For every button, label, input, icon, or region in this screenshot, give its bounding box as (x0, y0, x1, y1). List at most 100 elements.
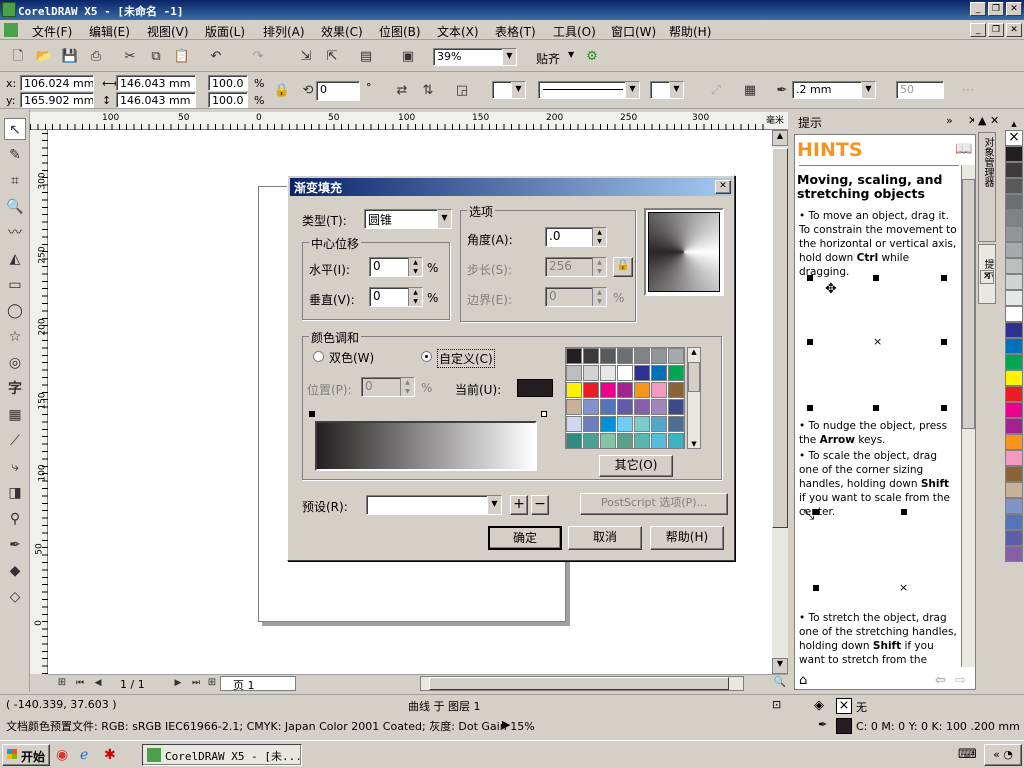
chrome-icon[interactable]: ◉ (56, 747, 68, 763)
minimize-button[interactable]: _ (970, 2, 986, 16)
others-button[interactable]: 其它(O) (599, 455, 673, 477)
color-swatch[interactable] (634, 348, 650, 364)
palette-swatch[interactable] (1005, 274, 1023, 290)
cut-icon[interactable]: ✂ (120, 47, 140, 67)
color-swatch[interactable] (651, 399, 667, 415)
color-swatch[interactable] (600, 382, 616, 398)
palette-swatch[interactable] (1005, 290, 1023, 306)
width-field[interactable]: 146.043 mm (116, 75, 196, 91)
palette-scroll-thumb[interactable] (688, 362, 700, 392)
dialog-close-button[interactable]: ✕ (715, 180, 731, 194)
horizontal-ruler[interactable]: 100 50 0 50 100 150 200 250 300 毫米 (30, 112, 788, 130)
side-close-icon[interactable]: ✕ (980, 270, 994, 284)
wrap-text-icon[interactable]: ▦ (740, 81, 760, 101)
postscript-options-button[interactable]: PostScript 选项(P)... (580, 493, 728, 515)
hints-scrollbar[interactable] (961, 165, 975, 667)
y-position-field[interactable]: 165.902 mm (20, 92, 94, 108)
color-swatch[interactable] (566, 348, 582, 364)
palette-swatch[interactable] (1005, 450, 1023, 466)
convert-curves-icon[interactable]: ◲ (452, 81, 472, 101)
new-icon[interactable]: 🗋 (8, 47, 28, 67)
palette-swatch[interactable] (1005, 162, 1023, 178)
preset-select[interactable]: ▼ (366, 495, 502, 515)
table-tool-icon[interactable]: ▦ (4, 404, 26, 426)
palette-swatch[interactable] (1005, 546, 1023, 562)
export-icon[interactable]: ⇱ (322, 47, 342, 67)
type-select[interactable]: 圆锥 ▼ (364, 209, 452, 229)
tray-expand-button[interactable]: « ◔ (984, 744, 1022, 766)
palette-swatch[interactable] (1005, 210, 1023, 226)
prev-page-icon[interactable]: ◀ (88, 675, 108, 691)
horizontal-scroll-thumb[interactable] (429, 677, 729, 690)
palette-swatch[interactable] (1005, 418, 1023, 434)
color-swatch[interactable] (634, 433, 650, 449)
color-swatch[interactable] (617, 348, 633, 364)
keyboard-icon[interactable]: ⌨ (958, 747, 977, 762)
palette-swatch[interactable] (1005, 466, 1023, 482)
spin-icon[interactable]: ▲ ▼ (408, 258, 422, 276)
color-swatch[interactable] (651, 348, 667, 364)
angle-field[interactable]: .0 ▲ ▼ (545, 227, 607, 247)
color-swatch[interactable] (668, 365, 684, 381)
color-swatch[interactable] (651, 365, 667, 381)
palette-swatch[interactable] (1005, 530, 1023, 546)
color-swatch[interactable] (583, 382, 599, 398)
menu-table[interactable]: 表格(T) (495, 23, 536, 40)
eyedropper-tool-icon[interactable]: ⚲ (4, 508, 26, 530)
quicklaunch-app-icon[interactable]: ✱ (104, 747, 116, 763)
color-swatch[interactable] (668, 348, 684, 364)
color-swatch[interactable] (668, 433, 684, 449)
connector-tool-icon[interactable]: ⤷ (4, 456, 26, 478)
palette-swatch[interactable] (1005, 370, 1023, 386)
document-nav-icon[interactable]: ⊞ (52, 675, 72, 691)
color-swatch[interactable] (566, 365, 582, 381)
color-swatch[interactable] (600, 399, 616, 415)
print-icon[interactable]: ⎙ (86, 47, 106, 67)
menu-edit[interactable]: 编辑(E) (89, 23, 130, 40)
hints-home-icon[interactable]: ⌂ (799, 673, 807, 688)
open-icon[interactable]: 📂 (34, 47, 54, 67)
close-curve-icon[interactable]: ⤢ (706, 81, 726, 101)
mirror-horizontal-icon[interactable]: ⇄ (392, 81, 412, 101)
color-swatch[interactable] (600, 416, 616, 432)
steps-lock-button[interactable]: 🔒 (613, 257, 633, 277)
options-icon[interactable]: ⚙ (582, 47, 602, 67)
palette-swatch[interactable] (1005, 242, 1023, 258)
color-swatch[interactable] (651, 382, 667, 398)
freehand-tool-icon[interactable]: 〰 (4, 222, 26, 244)
color-swatch[interactable] (583, 399, 599, 415)
palette-swatch[interactable] (1005, 322, 1023, 338)
outline-tool-icon[interactable]: ✒ (4, 534, 26, 556)
palette-swatch[interactable] (1005, 338, 1023, 354)
hints-back-icon[interactable]: ⇦ (935, 673, 946, 688)
palette-swatch[interactable] (1005, 434, 1023, 450)
color-swatch[interactable] (617, 365, 633, 381)
palette-swatch[interactable] (1005, 178, 1023, 194)
palette-swatch[interactable] (1005, 386, 1023, 402)
doc-minimize-button[interactable]: _ (970, 23, 986, 37)
mirror-vertical-icon[interactable]: ⇅ (418, 81, 438, 101)
gradient-start-marker[interactable] (309, 411, 315, 417)
add-preset-button[interactable]: + (510, 495, 528, 515)
color-swatch[interactable] (583, 348, 599, 364)
color-swatch[interactable] (617, 416, 633, 432)
doc-close-button[interactable]: ✕ (1006, 23, 1022, 37)
color-swatch[interactable] (583, 433, 599, 449)
gradient-end-marker[interactable] (541, 411, 547, 417)
fill-tool-icon[interactable]: ◆ (4, 560, 26, 582)
next-page-icon[interactable]: ▶ (168, 675, 188, 691)
vertical-scroll-thumb[interactable] (772, 148, 788, 528)
horizontal-scrollbar[interactable] (420, 676, 744, 691)
color-swatch[interactable] (600, 433, 616, 449)
palette-swatch[interactable] (1005, 354, 1023, 370)
color-swatch[interactable] (634, 382, 650, 398)
color-swatch[interactable] (583, 416, 599, 432)
rotation-angle-field[interactable]: 0 (316, 81, 360, 101)
palette-down-icon[interactable]: ▼ (688, 440, 700, 448)
docker-pane-close-icon[interactable]: ✕ (990, 114, 999, 127)
palette-up-icon[interactable]: ▲ (688, 348, 700, 356)
color-swatch[interactable] (600, 365, 616, 381)
app-launcher-icon[interactable]: ▤ (356, 47, 376, 67)
spin-icon[interactable]: ▲ ▼ (592, 228, 606, 246)
palette-swatch[interactable] (1005, 306, 1023, 322)
